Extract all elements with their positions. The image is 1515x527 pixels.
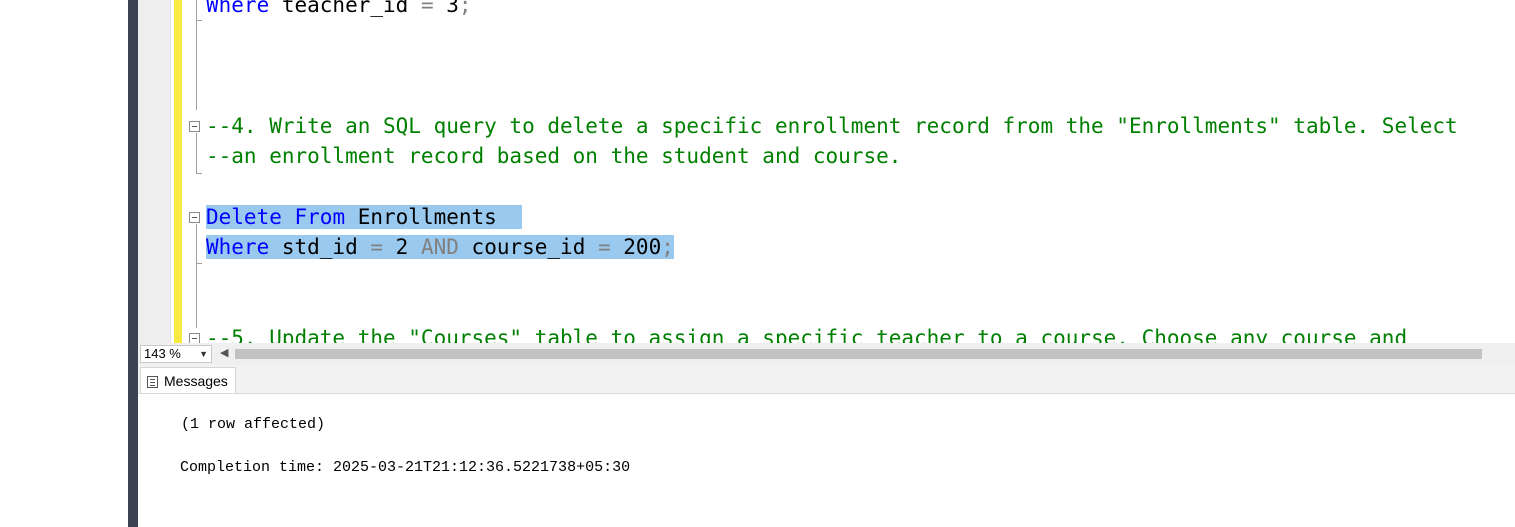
outline-line xyxy=(196,20,197,110)
chevron-down-icon[interactable]: ▼ xyxy=(199,346,208,362)
tab-messages[interactable]: Messages xyxy=(140,367,236,393)
outline-line xyxy=(196,263,197,328)
horizontal-scrollbar[interactable] xyxy=(235,349,1482,359)
tab-messages-label: Messages xyxy=(164,373,228,389)
editor-status-bar: 143 % ▼ ◀ xyxy=(138,343,1515,365)
arrow-left-icon[interactable]: ◀ xyxy=(220,346,228,359)
outline-end xyxy=(196,173,202,174)
collapse-box-icon[interactable] xyxy=(189,212,200,223)
line-gutter xyxy=(138,0,171,343)
code-line-where-teacher: Where teacher_id = 3; xyxy=(206,0,472,17)
code-line-where-std: Where std_id = 2 AND course_id = 200; xyxy=(206,235,674,259)
window-edge-bar xyxy=(128,0,138,527)
comment-line-5: --5. Update the "Courses" table to assig… xyxy=(206,326,1408,343)
zoom-value: 143 % xyxy=(144,346,181,361)
change-indicator-bar xyxy=(174,0,182,343)
results-tab-strip: Messages xyxy=(138,365,1515,394)
collapse-box-icon[interactable] xyxy=(189,333,200,343)
messages-icon xyxy=(147,376,158,388)
message-rows-affected: (1 row affected) xyxy=(181,416,326,433)
outline-line xyxy=(196,0,197,20)
query-editor[interactable]: Where teacher_id = 3; --4. Write an SQL … xyxy=(138,0,1515,343)
comment-line-4a: --4. Write an SQL query to delete a spec… xyxy=(206,114,1458,138)
left-panel xyxy=(0,0,128,527)
outline-line xyxy=(196,133,197,173)
outline-line xyxy=(196,224,197,264)
messages-pane: (1 row affected) Completion time: 2025-0… xyxy=(138,394,1515,527)
comment-line-4b: --an enrollment record based on the stud… xyxy=(206,144,902,168)
message-completion-time: Completion time: 2025-03-21T21:12:36.522… xyxy=(180,459,631,476)
code-line-delete: Delete From Enrollments xyxy=(206,202,523,232)
collapse-box-icon[interactable] xyxy=(189,121,200,132)
zoom-select[interactable]: 143 % ▼ xyxy=(140,345,212,363)
